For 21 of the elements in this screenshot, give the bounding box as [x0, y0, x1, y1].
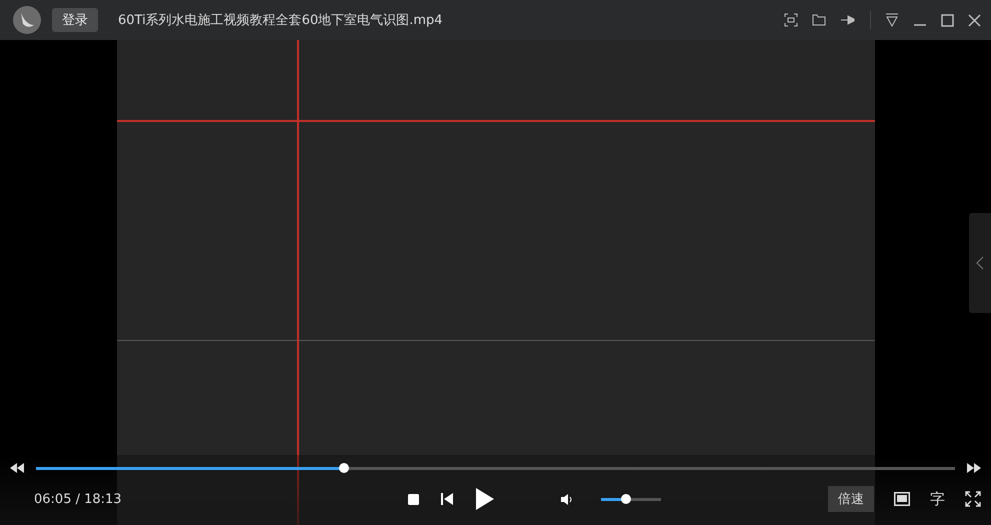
pin-icon[interactable] — [840, 14, 856, 26]
stop-icon[interactable] — [408, 494, 419, 504]
app-logo-icon — [12, 5, 42, 35]
screenshot-icon[interactable] — [784, 13, 798, 27]
subtitle-button[interactable]: 字 — [930, 490, 945, 508]
rewind-icon[interactable] — [10, 463, 24, 473]
folder-icon[interactable] — [812, 14, 826, 26]
dropdown-icon[interactable] — [885, 13, 899, 27]
window-title: 60Ti系列水电施工视频教程全套60地下室电气识图.mp4 — [118, 12, 443, 29]
picture-in-picture-icon[interactable] — [894, 492, 910, 506]
play-icon[interactable] — [475, 487, 495, 511]
previous-icon[interactable] — [441, 493, 453, 505]
login-button[interactable]: 登录 — [52, 8, 98, 32]
fullscreen-icon[interactable] — [965, 491, 981, 507]
chevron-left-icon — [976, 256, 984, 270]
fast-forward-icon[interactable] — [967, 463, 981, 473]
close-icon[interactable] — [968, 14, 981, 26]
playback-time: 06:05 / 18:13 — [34, 492, 122, 506]
volume-icon[interactable] — [561, 494, 573, 504]
maximize-icon[interactable] — [941, 14, 954, 26]
speed-button[interactable]: 倍速 — [828, 486, 874, 512]
